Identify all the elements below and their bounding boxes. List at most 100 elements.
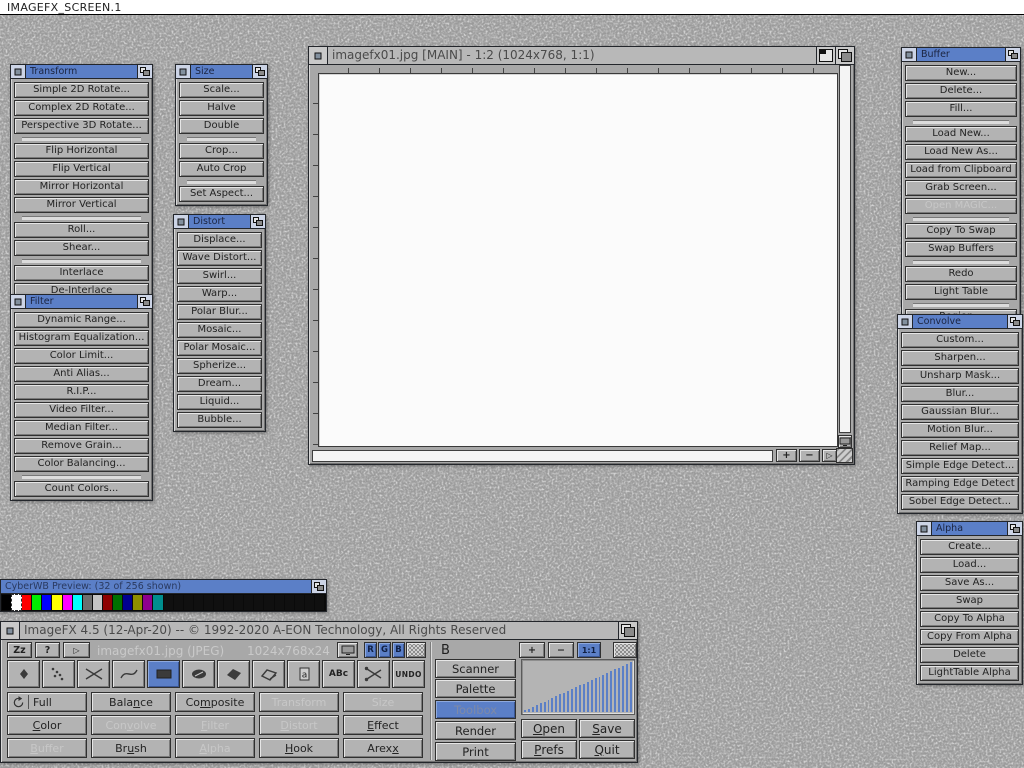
transform-button-flip-horizontal[interactable]: Flip Horizontal	[14, 143, 149, 159]
mode-button-arexx[interactable]: Arexx	[343, 738, 423, 758]
buffer-button-swap-buffers[interactable]: Swap Buffers	[905, 241, 1017, 257]
palette-swatch-14[interactable]	[143, 595, 152, 610]
mode-button-full[interactable]: Full	[7, 692, 87, 712]
convolve-button-sobel-edge-detect[interactable]: Sobel Edge Detect...	[901, 494, 1019, 510]
box-tool-button[interactable]	[147, 660, 180, 688]
palette-swatch-4[interactable]	[42, 595, 51, 610]
filter-button-median-filter[interactable]: Median Filter...	[14, 420, 149, 436]
transform-button-flip-vertical[interactable]: Flip Vertical	[14, 161, 149, 177]
view-zoom-in-button[interactable]: +	[776, 449, 797, 462]
run-button[interactable]: ▷	[63, 642, 90, 658]
palette-swatch-25[interactable]	[254, 595, 263, 610]
polygon-tool-button[interactable]	[217, 660, 250, 688]
transform-button-simple-2d-rotate[interactable]: Simple 2D Rotate...	[14, 82, 149, 98]
filter-button-video-filter[interactable]: Video Filter...	[14, 402, 149, 418]
mode-button-effect[interactable]: Effect	[343, 715, 423, 735]
filter-button-r-i-p[interactable]: R.I.P...	[14, 384, 149, 400]
convolve-button-unsharp-mask[interactable]: Unsharp Mask...	[901, 368, 1019, 384]
vertical-scrollbar[interactable]	[839, 65, 851, 433]
palette-swatch-1[interactable]	[11, 594, 22, 611]
buffer-button-redo[interactable]: Redo	[905, 266, 1017, 282]
distort-button-polar-mosaic[interactable]: Polar Mosaic...	[177, 340, 262, 356]
alpha-button-create[interactable]: Create...	[920, 539, 1019, 555]
mode-button-balance[interactable]: Balance	[91, 692, 171, 712]
distort-button-polar-blur[interactable]: Polar Blur...	[177, 304, 262, 320]
side-button-render[interactable]: Render	[435, 721, 516, 740]
buffer-button-load-new[interactable]: Load New...	[905, 126, 1017, 142]
distort-button-dream[interactable]: Dream...	[177, 376, 262, 392]
text-tool-button[interactable]: ABc	[322, 660, 355, 688]
distort-button-mosaic[interactable]: Mosaic...	[177, 322, 262, 338]
distort-button-swirl[interactable]: Swirl...	[177, 268, 262, 284]
dither-channel-button[interactable]	[406, 642, 426, 658]
filter-button-color-balancing[interactable]: Color Balancing...	[14, 456, 149, 472]
palette-swatch-28[interactable]	[285, 595, 294, 610]
red-channel-button[interactable]: R	[364, 642, 377, 658]
sleep-button[interactable]: Zz	[7, 642, 32, 658]
blue-channel-button[interactable]: B	[392, 642, 405, 658]
depth-gadget-icon[interactable]	[311, 580, 326, 593]
palette-swatch-18[interactable]	[184, 595, 193, 610]
convolve-button-simple-edge-detect[interactable]: Simple Edge Detect...	[901, 458, 1019, 474]
filter-button-anti-alias[interactable]: Anti Alias...	[14, 366, 149, 382]
prefs-button[interactable]: Prefs	[521, 740, 577, 759]
open-button[interactable]: Open	[521, 719, 577, 738]
distort-button-bubble[interactable]: Bubble...	[177, 412, 262, 428]
palette-swatch-13[interactable]	[133, 595, 142, 610]
distort-close-gadget-icon[interactable]	[174, 215, 189, 228]
filter-button-color-limit[interactable]: Color Limit...	[14, 348, 149, 364]
image-canvas[interactable]	[318, 73, 838, 447]
palette-swatch-16[interactable]	[164, 595, 173, 610]
palette-swatch-27[interactable]	[275, 595, 284, 610]
buffer-button-load-from-clipboard[interactable]: Load from Clipboard	[905, 162, 1017, 178]
palette-swatch-7[interactable]	[73, 595, 82, 610]
palette-swatch-22[interactable]	[224, 595, 233, 610]
zoom-one-to-one-button[interactable]: 1:1	[577, 642, 601, 658]
palette-swatch-30[interactable]	[305, 595, 314, 610]
side-button-palette[interactable]: Palette	[435, 679, 516, 698]
filter-button-remove-grain[interactable]: Remove Grain...	[14, 438, 149, 454]
palette-swatch-11[interactable]	[113, 595, 122, 610]
palette-swatch-2[interactable]	[22, 595, 31, 610]
depth-gadget-icon[interactable]	[618, 622, 637, 639]
zoom-out-button[interactable]: −	[548, 642, 574, 658]
palette-swatch-29[interactable]	[295, 595, 304, 610]
convolve-button-gaussian-blur[interactable]: Gaussian Blur...	[901, 404, 1019, 420]
palette-swatch-8[interactable]	[83, 595, 92, 610]
alpha-depth-gadget-icon[interactable]	[1007, 522, 1022, 535]
alpha-button-copy-to-alpha[interactable]: Copy To Alpha	[920, 611, 1019, 627]
screen-mode-button[interactable]	[337, 642, 358, 658]
filter-button-histogram-equalization[interactable]: Histogram Equalization...	[14, 330, 149, 346]
save-button[interactable]: Save	[579, 719, 635, 738]
depth-gadget-icon[interactable]	[835, 47, 854, 64]
palette-swatch-26[interactable]	[264, 595, 273, 610]
mode-button-composite[interactable]: Composite	[175, 692, 255, 712]
transform-close-gadget-icon[interactable]	[11, 65, 26, 78]
palette-swatch-19[interactable]	[194, 595, 203, 610]
airbrush-tool-button[interactable]	[42, 660, 75, 688]
convolve-button-custom[interactable]: Custom...	[901, 332, 1019, 348]
filter-depth-gadget-icon[interactable]	[137, 295, 152, 308]
alpha-button-save-as[interactable]: Save As...	[920, 575, 1019, 591]
buffer-close-gadget-icon[interactable]	[902, 48, 917, 61]
buffer-button-light-table[interactable]: Light Table	[905, 284, 1017, 300]
size-button-crop[interactable]: Crop...	[179, 143, 264, 159]
buffer-button-grab-screen[interactable]: Grab Screen...	[905, 180, 1017, 196]
palette-swatch-21[interactable]	[214, 595, 223, 610]
dither-pattern-button[interactable]	[613, 642, 637, 658]
zoom-gadget-icon[interactable]	[816, 47, 835, 64]
distort-button-liquid[interactable]: Liquid...	[177, 394, 262, 410]
palette-swatch-31[interactable]	[315, 595, 324, 610]
distort-button-wave-distort[interactable]: Wave Distort...	[177, 250, 262, 266]
size-depth-gadget-icon[interactable]	[252, 65, 267, 78]
convolve-button-sharpen[interactable]: Sharpen...	[901, 350, 1019, 366]
curve-tool-button[interactable]	[112, 660, 145, 688]
side-button-print[interactable]: Print	[435, 742, 516, 761]
clip-tool-button[interactable]: a	[287, 660, 320, 688]
size-button-scale[interactable]: Scale...	[179, 82, 264, 98]
convolve-button-motion-blur[interactable]: Motion Blur...	[901, 422, 1019, 438]
buffer-button-delete[interactable]: Delete...	[905, 83, 1017, 99]
distort-button-displace[interactable]: Displace...	[177, 232, 262, 248]
side-button-scanner[interactable]: Scanner	[435, 659, 516, 678]
mode-button-hook[interactable]: Hook	[259, 738, 339, 758]
